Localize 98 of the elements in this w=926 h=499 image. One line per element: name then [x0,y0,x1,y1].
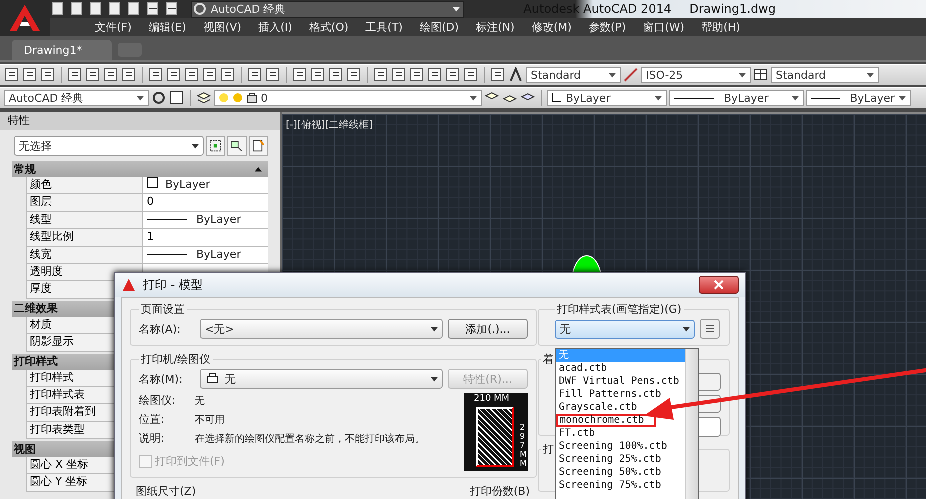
checkbox[interactable] [139,455,152,468]
caret-icon [609,72,616,78]
section-header[interactable]: 常规 [12,161,268,177]
group-label: 打印机/绘图仪 [140,352,212,367]
paper-sheet [476,407,514,467]
caret-icon [792,96,799,100]
add-button[interactable]: 添加(.)... [448,319,528,339]
menu-item[interactable]: 标注(N) [476,20,515,34]
close-icon [714,280,724,290]
document-tab[interactable]: Drawing1* [12,40,112,60]
edit-style-button[interactable] [700,319,720,339]
property-value[interactable]: ByLayer [143,246,268,263]
palette-title: 特性 [8,114,30,127]
info-value: 无 [195,394,205,408]
dropdown-option[interactable]: FT.ctb [556,427,685,440]
property-label: 线宽 [27,246,143,263]
menu-item[interactable]: 帮助(H) [702,20,740,34]
gear-icon[interactable] [151,90,167,106]
workspace-dropdown[interactable]: AutoCAD 经典 [191,0,464,18]
printer-dropdown[interactable]: 无 [200,369,443,389]
property-value[interactable]: ByLayer [143,212,268,228]
group-label: 着 [542,352,555,367]
caret-icon [739,72,746,78]
menu-item[interactable]: 编辑(E) [148,20,186,34]
menu-item[interactable]: 参数(P) [588,20,626,34]
page-setup-dropdown[interactable]: <无> [200,319,443,339]
dropdown-option[interactable]: Screening 50%.ctb [556,466,685,479]
group-label: 打印份数(B) [470,484,530,499]
property-value[interactable]: 1 [143,229,268,246]
file-name: Drawing1.dwg [690,2,776,16]
table-style-icon[interactable] [753,67,769,83]
property-label: 线型 [27,212,143,228]
menu-item[interactable]: 修改(M) [532,20,572,34]
linetype-dropdown[interactable]: ByLayer [669,90,804,106]
dimension-style-icon[interactable] [623,67,639,83]
selection-dropdown[interactable]: 无选择 [14,136,204,156]
caret-icon [192,144,199,148]
edit-icon [704,323,716,335]
text-style-dropdown[interactable]: Standard [526,67,621,83]
select-objects-icon[interactable] [206,136,226,156]
color-swatch-icon [552,93,562,103]
gear-icon [192,1,208,17]
table-style-dropdown[interactable]: Standard [771,67,879,83]
menu-item[interactable]: 视图(V) [203,20,242,34]
dropdown-option[interactable]: acad.ctb [556,362,685,375]
quick-select-icon[interactable] [227,136,247,156]
group-label: 页面设置 [140,302,186,317]
scrollbar[interactable] [685,349,698,499]
bulb-icon [219,93,229,103]
info-value: 不可用 [195,414,225,426]
paper-width-label: 210 MM [474,394,510,404]
dropdown-option[interactable]: Screening 75%.ctb [556,479,685,492]
property-label: 线型比例 [27,229,143,246]
dropdown-option[interactable]: Screening 25%.ctb [556,453,685,466]
layers-icon[interactable] [196,90,212,106]
menu-item[interactable]: 窗口(W) [643,20,685,34]
viewport-label[interactable]: [-][俯视][二维线框] [286,118,374,132]
dropdown-option[interactable]: Fill Patterns.ctb [556,388,685,401]
caret-icon [470,96,477,100]
close-button[interactable] [699,276,739,294]
menu-item[interactable]: 格式(O) [309,20,349,34]
logo-icon [121,277,137,293]
menu-item[interactable]: 插入(I) [258,20,292,34]
caret-icon [899,96,906,100]
caret-icon [655,96,662,100]
sun-icon [233,93,243,103]
dropdown-option[interactable]: Screening 100%.ctb [556,440,685,453]
paper-height-label: 297 MM [520,423,528,468]
group-label: 打印样式表(画笔指定)(G) [556,302,683,317]
caret-icon [431,326,438,332]
plot-style-dropdown[interactable]: 无 [555,320,695,338]
text-style-icon[interactable] [508,67,524,83]
layer-dropdown[interactable]: 0 [214,90,482,106]
caret-icon [137,96,144,100]
dialog-title: 打印 - 模型 [143,276,203,294]
workspace-dropdown[interactable]: AutoCAD 经典 [4,90,149,106]
caret-icon [255,166,262,172]
property-value[interactable]: ByLayer [143,177,268,194]
caret-icon [453,6,460,12]
lineweight-dropdown[interactable]: ByLayer [806,90,911,106]
app-title: Autodesk AutoCAD 2014 [524,2,672,16]
group-label: 打 [542,442,555,457]
property-value[interactable]: 0 [143,194,268,211]
caret-icon [867,72,874,78]
dimension-style-dropdown[interactable]: ISO-25 [641,67,751,83]
menu-item[interactable]: 文件(F) [95,20,132,34]
color-dropdown[interactable]: ByLayer [547,90,667,106]
dropdown-option[interactable]: Grayscale.ctb [556,401,685,414]
menu-item[interactable]: 工具(T) [366,20,403,34]
dropdown-option[interactable]: DWF Virtual Pens.ctb [556,375,685,388]
property-label: 颜色 [27,177,143,194]
menu-item[interactable]: 绘图(D) [420,20,460,34]
lock-icon [247,93,257,103]
caret-icon [431,376,438,382]
caret-icon [683,326,690,332]
property-label: 图层 [27,194,143,211]
pickadd-icon[interactable] [248,136,268,156]
dropdown-option[interactable]: monochrome.ctb [556,414,656,427]
